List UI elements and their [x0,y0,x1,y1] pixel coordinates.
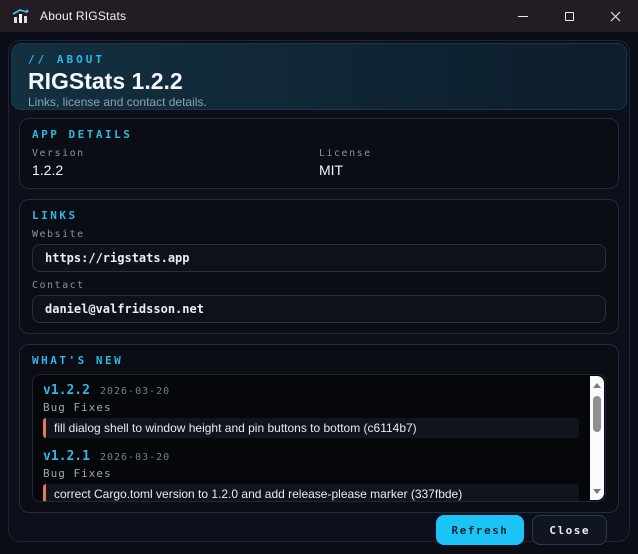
window-title: About RIGStats [40,9,127,23]
close-window-button[interactable] [592,0,638,32]
maximize-button[interactable] [546,0,592,32]
changelog-item: correct Cargo.toml version to 1.2.0 and … [43,484,579,502]
version-value: 1.2.2 [32,162,64,179]
license-field: License MIT [319,148,606,178]
app-details-heading: APP DETAILS [32,128,133,142]
changelog-scrollbox[interactable]: v1.2.2 2026-03-20 Bug Fixes fill dialog … [32,374,606,503]
whats-new-heading: WHAT'S NEW [32,354,124,368]
links-card: LINKS Website https://rigstats.app Conta… [19,199,619,335]
maximize-icon [564,11,574,21]
license-label: License [319,148,372,160]
scroll-up-arrow-icon[interactable] [590,378,604,392]
changelog-entry: v1.2.1 2026-03-20 Bug Fixes correct Carg… [43,449,579,502]
bar-chart-trend-icon [12,9,29,23]
dialog-footer: Refresh Close [19,513,619,546]
website-link[interactable]: https://rigstats.app [32,244,606,273]
contact-link[interactable]: daniel@valfridsson.net [32,295,606,324]
minimize-icon [518,15,528,17]
page-subtitle: Links, license and contact details. [28,95,207,110]
about-header-banner: // ABOUT RIGStats 1.2.2 Links, license a… [11,43,627,111]
changelog-date: 2026-03-20 [99,386,171,398]
changelog-item: fill dialog shell to window height and p… [43,418,579,439]
links-heading: LINKS [32,209,78,223]
changelog-version: v1.2.1 [43,449,90,465]
minimize-button[interactable] [500,0,546,32]
scroll-down-arrow-icon[interactable] [590,484,604,498]
titlebar: About RIGStats [0,0,638,32]
changelog-section: Bug Fixes [43,467,112,481]
dialog-content: APP DETAILS Version 1.2.2 License MIT LI… [11,110,627,546]
about-dialog: // ABOUT RIGStats 1.2.2 Links, license a… [8,40,630,546]
contact-label: Contact [32,280,85,292]
close-button[interactable]: Close [532,515,607,546]
changelog-date: 2026-03-20 [99,452,171,464]
close-icon [610,11,620,21]
changelog-section: Bug Fixes [43,401,112,415]
window-controls [500,0,638,32]
about-eyebrow: // ABOUT [28,53,105,66]
website-label: Website [32,229,85,241]
app-details-card: APP DETAILS Version 1.2.2 License MIT [19,118,619,190]
version-field: Version 1.2.2 [32,148,319,178]
version-label: Version [32,148,85,160]
changelog-scrollbar[interactable] [590,376,604,501]
whats-new-card: WHAT'S NEW v1.2.2 2026-03-20 Bug Fixes f… [19,344,619,514]
refresh-button[interactable]: Refresh [435,515,525,546]
changelog-entry: v1.2.2 2026-03-20 Bug Fixes fill dialog … [43,383,579,439]
page-title: RIGStats 1.2.2 [28,68,183,94]
changelog-version: v1.2.2 [43,383,90,399]
scrollbar-thumb[interactable] [593,396,601,433]
license-value: MIT [319,162,344,179]
